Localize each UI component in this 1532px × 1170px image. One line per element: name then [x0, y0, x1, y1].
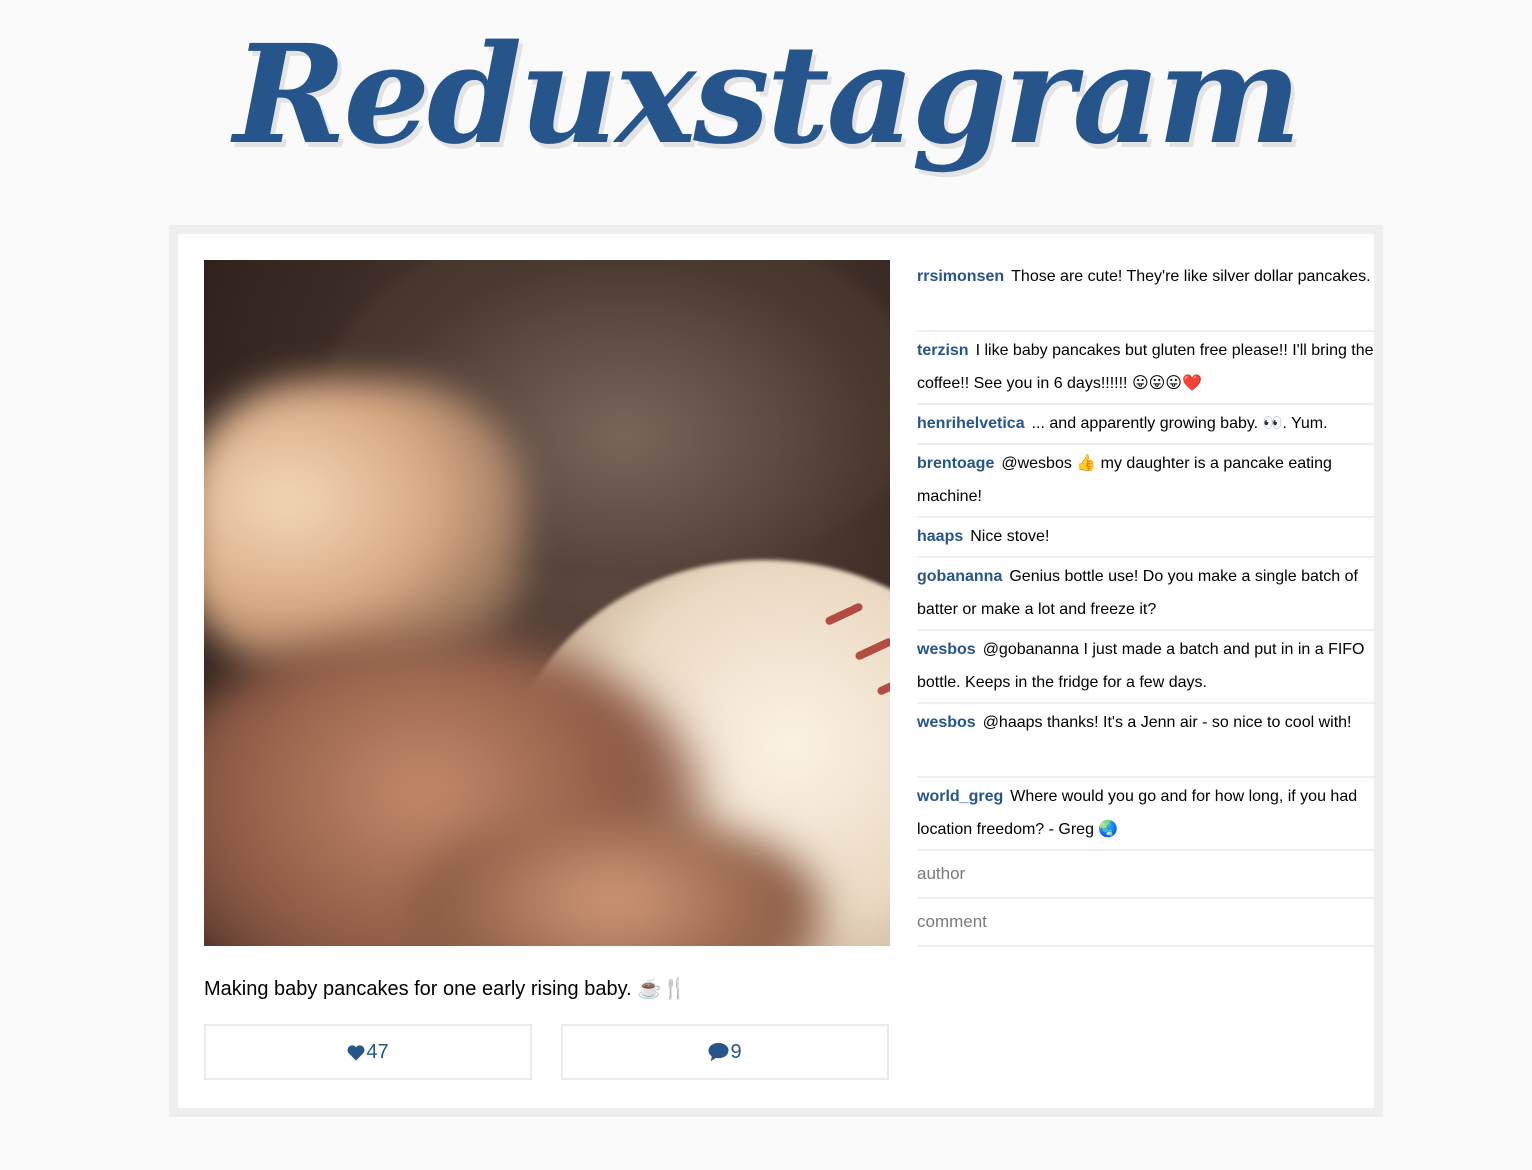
- comment-item: brentoage @wesbos 👍 my daughter is a panc…: [917, 445, 1374, 518]
- comment-author[interactable]: rrsimonsen: [917, 268, 1004, 285]
- post-caption: Making baby pancakes for one early risin…: [204, 978, 688, 1000]
- comment-author[interactable]: wesbos: [917, 714, 976, 731]
- comment-author[interactable]: brentoage: [917, 455, 994, 472]
- comment-text: @haaps thanks! It's a Jenn air - so nice…: [982, 714, 1352, 731]
- comment-author[interactable]: world_greg: [917, 788, 1003, 805]
- comment-form: [917, 851, 1374, 947]
- heart-icon: [347, 1044, 365, 1061]
- comment-item: world_greg Where would you go and for how…: [917, 778, 1374, 851]
- comments-button[interactable]: 9: [561, 1024, 889, 1080]
- comment-text: Nice stove!: [970, 528, 1050, 545]
- comment-author[interactable]: haaps: [917, 528, 963, 545]
- comment-item: haaps Nice stove!: [917, 518, 1374, 558]
- comment-text: @gobananna I just made a batch and put i…: [917, 641, 1365, 691]
- photo-light-shape: [204, 380, 524, 680]
- logo-text: Reduxstagram: [233, 15, 1302, 175]
- comment-item: rrsimonsen Those are cute! They're like s…: [917, 258, 1374, 332]
- like-button[interactable]: 47: [204, 1024, 532, 1080]
- comment-author[interactable]: henrihelvetica: [917, 415, 1025, 432]
- comment-input[interactable]: [917, 899, 1374, 947]
- comment-author[interactable]: gobananna: [917, 568, 1002, 585]
- comment-item: henrihelvetica ... and apparently growing…: [917, 405, 1374, 445]
- comment-text: ... and apparently growing baby. 👀. Yum.: [1031, 415, 1328, 432]
- app-logo[interactable]: Reduxstagram: [0, 0, 1532, 220]
- comment-text: I like baby pancakes but gluten free ple…: [917, 342, 1374, 392]
- comment-item: gobananna Genius bottle use! Do you make …: [917, 558, 1374, 631]
- comment-author[interactable]: terzisn: [917, 342, 969, 359]
- comment-text: Those are cute! They're like silver doll…: [1011, 268, 1371, 285]
- comment-count: 9: [730, 1040, 742, 1063]
- author-input[interactable]: [917, 851, 1374, 899]
- comments-list: rrsimonsen Those are cute! They're like s…: [917, 258, 1374, 947]
- comment-item: terzisn I like baby pancakes but gluten f…: [917, 332, 1374, 405]
- post-photo[interactable]: [204, 260, 890, 946]
- comment-author[interactable]: wesbos: [917, 641, 976, 658]
- like-count: 47: [366, 1040, 389, 1063]
- comment-item: wesbos @haaps thanks! It's a Jenn air - s…: [917, 704, 1374, 778]
- speech-bubble-icon: [708, 1042, 729, 1062]
- comment-item: wesbos @gobananna I just made a batch and…: [917, 631, 1374, 704]
